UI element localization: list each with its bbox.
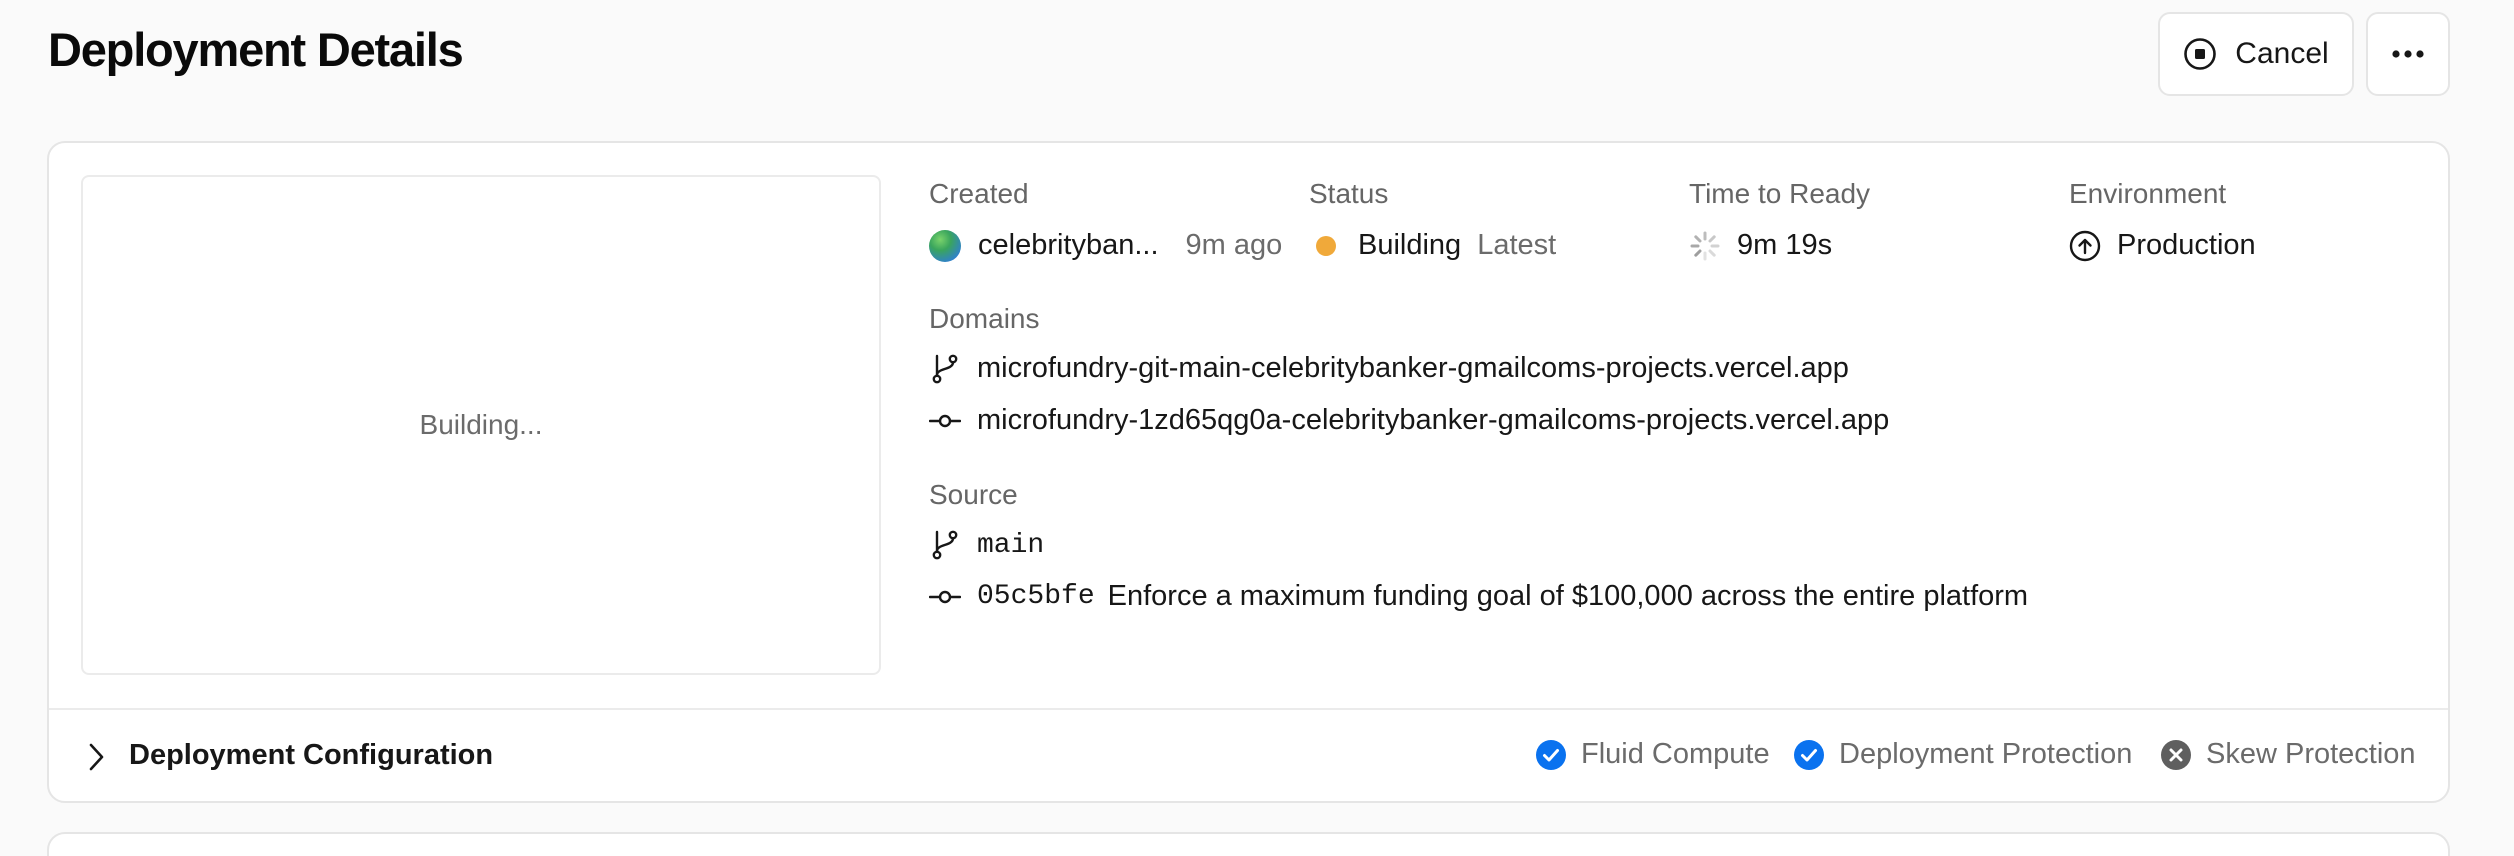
cancel-button-label: Cancel	[2235, 37, 2329, 70]
git-commit-icon	[929, 414, 961, 427]
status-tag: Latest	[1477, 229, 1557, 261]
chevron-right-icon[interactable]	[85, 740, 107, 774]
commit-hash[interactable]: 05c5bfe	[977, 581, 1095, 612]
created-value: celebrityban... 9m ago	[929, 229, 1282, 262]
time-to-ready-label: Time to Ready	[1689, 178, 1871, 209]
source-commit: 05c5bfe Enforce a maximum funding goal o…	[929, 580, 2028, 613]
feature-label: Skew Protection	[2206, 738, 2416, 770]
check-circle-icon	[1536, 739, 1566, 770]
created-time: 9m ago	[1185, 229, 1283, 261]
time-to-ready-value: 9m 19s	[1689, 229, 1832, 262]
domain-item: microfundry-1zd65qg0a-celebritybanker-gm…	[929, 404, 1889, 437]
more-options-button[interactable]	[2366, 12, 2450, 96]
status-indicator-dot	[1316, 235, 1336, 256]
feature-skew-protection: Skew Protection	[2160, 738, 2416, 771]
status-label: Status	[1309, 178, 1389, 209]
domain-link[interactable]: microfundry-1zd65qg0a-celebritybanker-gm…	[977, 404, 1889, 437]
cancel-button[interactable]: Cancel	[2158, 12, 2354, 96]
git-branch-icon	[932, 354, 958, 383]
environment-label: Environment	[2069, 178, 2227, 209]
deployment-details-page: Deployment Details Cancel Building... Cr…	[0, 0, 2514, 856]
deployment-configuration-title[interactable]: Deployment Configuration	[129, 739, 493, 772]
check-circle-icon	[1794, 739, 1824, 770]
time-to-ready-text: 9m 19s	[1737, 229, 1833, 261]
commit-message[interactable]: Enforce a maximum funding goal of $100,0…	[1108, 580, 2028, 613]
next-section-card	[47, 832, 2450, 856]
domain-link[interactable]: microfundry-git-main-celebritybanker-gma…	[977, 352, 1849, 385]
branch-name[interactable]: main	[977, 530, 1044, 561]
x-circle-icon	[2161, 739, 2191, 770]
source-label: Source	[929, 479, 1018, 510]
ellipsis-icon	[2392, 50, 2424, 58]
page-title: Deployment Details	[48, 23, 464, 76]
domain-item: microfundry-git-main-celebritybanker-gma…	[929, 352, 1849, 385]
feature-fluid-compute: Fluid Compute	[1535, 738, 1770, 771]
spinner-icon	[1690, 231, 1720, 260]
arrow-up-circle-icon	[2069, 230, 2101, 261]
created-user[interactable]: celebrityban...	[978, 229, 1159, 262]
source-branch: main	[929, 529, 1044, 561]
stop-circle-icon	[2184, 38, 2217, 70]
status-value: Building Latest	[1316, 229, 1556, 262]
deployment-preview[interactable]: Building...	[81, 175, 881, 675]
created-label: Created	[929, 178, 1029, 209]
user-avatar[interactable]	[929, 229, 961, 262]
environment-text: Production	[2117, 229, 2256, 261]
status-text: Building	[1358, 229, 1462, 261]
deployment-card: Building... Created celebrityban... 9m a…	[47, 141, 2450, 803]
git-commit-icon	[929, 590, 961, 603]
domains-label: Domains	[929, 303, 1040, 334]
git-branch-icon	[932, 530, 958, 560]
feature-label: Deployment Protection	[1839, 738, 2133, 770]
preview-status-text: Building...	[419, 409, 543, 440]
feature-deployment-protection: Deployment Protection	[1793, 738, 2132, 771]
environment-value: Production	[2069, 229, 2256, 262]
deployment-configuration-row[interactable]: Deployment Configuration Fluid Compute D…	[49, 710, 2448, 801]
feature-label: Fluid Compute	[1581, 738, 1770, 770]
